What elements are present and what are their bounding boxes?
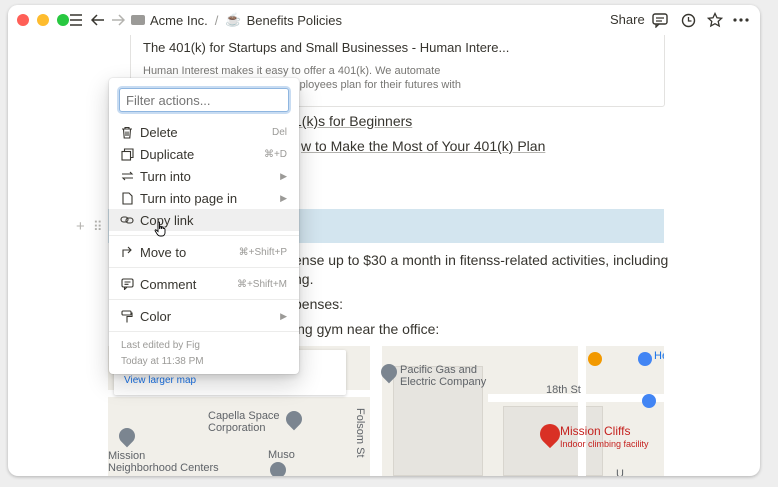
map-label-he: He (654, 350, 664, 362)
menu-divider (109, 299, 299, 300)
favorite-star-icon[interactable] (705, 10, 725, 30)
breadcrumb: Acme Inc. / ☕ Benefits Policies (131, 12, 342, 28)
map-label-cliffs: Mission Cliffs (560, 424, 631, 438)
map-road-folsom (370, 346, 382, 476)
map-label-edge: U (616, 468, 624, 476)
restaurant-icon[interactable] (588, 352, 602, 366)
coffee-icon: ☕ (225, 12, 242, 27)
block-actions-menu: Delete Del Duplicate ⌘+D Turn into ▶ Tur… (109, 78, 299, 374)
map-label-mission-line1: Mission (108, 450, 146, 462)
map-label-mission-line2: Neighborhood Centers (108, 462, 219, 474)
breadcrumb-page[interactable]: Benefits Policies (247, 13, 342, 28)
map-road (578, 346, 586, 476)
menu-item-comment[interactable]: Comment ⌘+Shift+M (109, 273, 299, 295)
map-label-pge-line1: Pacific Gas and (400, 364, 478, 376)
paragraph-fitness[interactable]: ense up to $30 a month in fitenss-relate… (294, 252, 668, 268)
menu-item-turn-into[interactable]: Turn into ▶ (109, 165, 299, 187)
close-window-button[interactable] (17, 14, 29, 26)
map-label-capella-line2: Corporation (208, 422, 266, 434)
move-to-icon (119, 246, 135, 258)
menu-item-copy-link[interactable]: Copy link (109, 209, 299, 231)
menu-item-turn-into-page[interactable]: Turn into page in ▶ (109, 187, 299, 209)
map-label-capella: Capella Space Corporation (208, 410, 280, 434)
last-edited-time: Today at 11:38 PM (121, 356, 204, 367)
sidebar-menu-icon[interactable] (66, 10, 86, 30)
link-401k-beginners[interactable]: 1(k)s for Beginners (294, 113, 412, 129)
link-401k-plan[interactable]: w to Make the Most of Your 401(k) Plan (301, 138, 545, 154)
map-label-folsom: Folsom St (354, 408, 366, 458)
workspace-icon (131, 15, 145, 25)
submenu-arrow-icon: ▶ (280, 310, 287, 321)
share-button[interactable]: Share (610, 12, 645, 27)
submenu-arrow-icon: ▶ (280, 170, 287, 181)
comments-icon[interactable] (650, 10, 670, 30)
history-clock-icon[interactable] (678, 10, 698, 30)
map-pin-icon[interactable] (282, 407, 306, 431)
drag-handle-icon[interactable]: ⠿ (93, 219, 103, 235)
menu-item-label: Color (140, 308, 172, 324)
view-larger-map-link[interactable]: View larger map (124, 375, 196, 386)
menu-item-shortcut: ⌘+D (263, 148, 287, 160)
menu-item-label: Move to (140, 244, 187, 260)
map-label-capella-line1: Capella Space (208, 410, 280, 422)
menu-item-label: Duplicate (140, 146, 195, 162)
menu-divider (109, 235, 299, 236)
map-label-cliffs-sub: Indoor climbing facility (560, 439, 649, 449)
minimize-window-button[interactable] (37, 14, 49, 26)
back-arrow-icon[interactable] (88, 10, 108, 30)
menu-item-label: Comment (140, 276, 197, 292)
add-block-icon[interactable]: + (76, 218, 85, 235)
paragraph-gym[interactable]: ing gym near the office: (294, 321, 439, 337)
menu-divider (109, 331, 299, 332)
menu-item-delete[interactable]: Delete Del (109, 121, 299, 143)
bookmark-title: The 401(k) for Startups and Small Busine… (143, 40, 510, 55)
menu-item-label: Turn into (140, 168, 191, 184)
last-edited-by: Last edited by Fig (121, 340, 200, 351)
menu-item-color[interactable]: Color ▶ (109, 305, 299, 327)
paragraph-expenses[interactable]: penses: (294, 296, 343, 312)
menu-item-move-to[interactable]: Move to ⌘+Shift+P (109, 241, 299, 263)
forward-arrow-icon[interactable] (108, 10, 128, 30)
map-label-18th: 18th St (546, 384, 581, 396)
menu-item-shortcut: ⌘+Shift+P (238, 246, 287, 258)
app-window: Acme Inc. / ☕ Benefits Policies Share Th… (8, 5, 760, 476)
menu-item-shortcut: ⌘+Shift+M (236, 278, 287, 290)
trash-icon (119, 126, 135, 139)
menu-item-duplicate[interactable]: Duplicate ⌘+D (109, 143, 299, 165)
filter-actions-input[interactable] (119, 88, 289, 112)
paint-roller-icon (119, 309, 135, 323)
breadcrumb-workspace[interactable]: Acme Inc. (150, 13, 208, 28)
map-poi-icon[interactable] (638, 352, 652, 366)
map-label-muso: Muso (268, 449, 295, 461)
comment-icon (119, 278, 135, 290)
breadcrumb-separator: / (214, 12, 219, 28)
window-controls (17, 14, 69, 26)
map-poi-icon[interactable] (642, 394, 656, 408)
link-icon (119, 215, 135, 225)
menu-item-label: Delete (140, 124, 178, 140)
turn-into-icon (119, 170, 135, 182)
duplicate-icon (119, 147, 135, 161)
map-label-mission-centers: Mission Neighborhood Centers (108, 450, 219, 474)
more-options-icon[interactable] (731, 10, 751, 30)
map-label-pge-line2: Electric Company (400, 376, 487, 388)
menu-divider (109, 267, 299, 268)
page-icon (119, 191, 135, 205)
menu-item-label: Copy link (140, 212, 194, 228)
map-label-pge: Pacific Gas and Electric Company (400, 364, 486, 388)
menu-item-label: Turn into page in (140, 190, 238, 206)
map-pin-icon[interactable] (266, 458, 290, 476)
menu-item-shortcut: Del (271, 126, 287, 138)
map-pin-icon[interactable] (115, 424, 139, 448)
title-bar: Acme Inc. / ☕ Benefits Policies Share (8, 5, 760, 35)
pointer-cursor-icon (154, 221, 166, 240)
submenu-arrow-icon: ▶ (280, 192, 287, 203)
